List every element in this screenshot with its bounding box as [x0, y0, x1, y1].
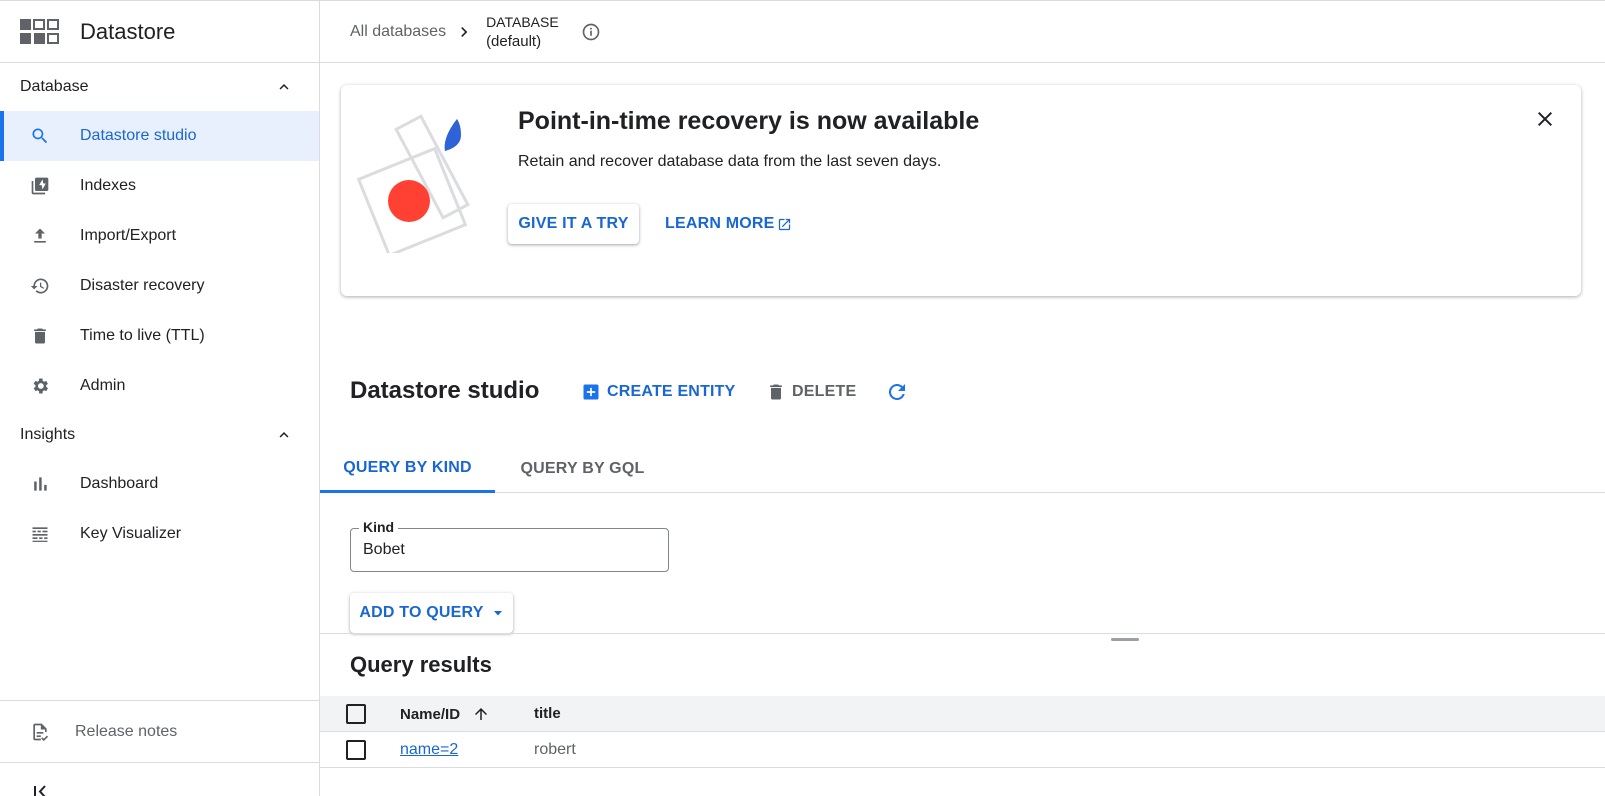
collapse-sidebar-button[interactable]: [0, 763, 319, 796]
history-icon: [30, 276, 50, 296]
pitr-banner: Point-in-time recovery is now available …: [341, 85, 1581, 296]
column-header-name-id[interactable]: Name/ID: [400, 705, 490, 723]
create-entity-label: CREATE ENTITY: [607, 383, 736, 400]
banner-title: Point-in-time recovery is now available: [518, 107, 980, 135]
learn-more-label: LEARN MORE: [665, 215, 775, 232]
add-box-icon: [583, 384, 599, 400]
tab-query-by-kind[interactable]: QUERY BY KIND: [320, 445, 495, 493]
release-notes-label: Release notes: [75, 722, 178, 740]
chevron-up-icon: [279, 432, 289, 438]
sidebar-item-indexes[interactable]: Indexes: [0, 161, 319, 211]
entity-link[interactable]: name=2: [400, 741, 458, 759]
section-insights-label: Insights: [20, 426, 76, 443]
sidebar-item-ttl[interactable]: Time to live (TTL): [0, 311, 319, 361]
recovery-illustration: [357, 114, 470, 253]
sidebar-item-label: Admin: [80, 377, 126, 394]
sidebar-item-label: Import/Export: [80, 227, 177, 244]
entity-title-cell: robert: [534, 741, 576, 758]
table-header: Name/ID title: [320, 696, 1605, 732]
search-icon: [30, 126, 50, 146]
results-divider: [320, 633, 1605, 634]
chevron-up-icon: [279, 84, 289, 90]
caret-down-icon: [493, 611, 502, 616]
refresh-button[interactable]: [885, 380, 909, 404]
database-label: DATABASE: [486, 13, 559, 30]
product-grid-icon[interactable]: [20, 18, 60, 45]
sidebar-item-label: Indexes: [80, 177, 137, 194]
trash-icon: [770, 384, 782, 400]
release-notes-link[interactable]: Release notes: [0, 701, 319, 763]
info-icon[interactable]: [581, 22, 601, 42]
resize-handle[interactable]: [1111, 638, 1139, 641]
sidebar-item-label: Dashboard: [80, 475, 159, 492]
banner-description: Retain and recover database data from th…: [518, 153, 942, 170]
sidebar-item-datastore-studio[interactable]: Datastore studio: [0, 111, 319, 161]
trash-icon: [30, 326, 50, 346]
column-name-label: Name/ID: [400, 705, 461, 723]
indexes-icon: [30, 176, 50, 196]
sidebar-item-dashboard[interactable]: Dashboard: [0, 459, 319, 509]
results-title: Query results: [350, 652, 492, 677]
breadcrumb-database[interactable]: DATABASE (default): [486, 12, 559, 52]
sidebar-item-admin[interactable]: Admin: [0, 361, 319, 411]
section-insights[interactable]: Insights: [0, 411, 319, 459]
page-title: Datastore studio: [350, 377, 540, 404]
section-database-label: Database: [20, 78, 89, 95]
heatmap-icon: [30, 524, 50, 544]
database-value: (default): [486, 32, 542, 50]
delete-button[interactable]: DELETE: [766, 380, 856, 404]
column-header-title[interactable]: title: [534, 705, 561, 722]
refresh-icon: [888, 383, 905, 400]
tab-query-by-gql[interactable]: QUERY BY GQL: [495, 445, 670, 493]
bar-chart-icon: [30, 474, 50, 494]
arrow-up-icon: [475, 708, 488, 720]
sidebar-item-label: Time to live (TTL): [80, 327, 205, 344]
learn-more-link[interactable]: LEARN MORE: [665, 204, 792, 244]
kind-field-label: Kind: [359, 519, 399, 535]
delete-label: DELETE: [792, 383, 857, 400]
breadcrumb-all-databases[interactable]: All databases: [350, 23, 446, 41]
gear-icon: [30, 376, 50, 396]
sidebar-footer: Release notes: [0, 700, 319, 796]
collapse-left-icon: [34, 785, 46, 796]
external-link-icon: [778, 218, 790, 230]
sidebar-item-label: Key Visualizer: [80, 525, 182, 542]
row-checkbox[interactable]: [346, 740, 366, 760]
section-database[interactable]: Database: [0, 63, 319, 111]
create-entity-button[interactable]: CREATE ENTITY: [581, 380, 736, 404]
breadcrumb: All databases DATABASE (default): [320, 0, 1605, 63]
sidebar-item-import-export[interactable]: Import/Export: [0, 211, 319, 261]
query-tabs: QUERY BY KIND QUERY BY GQL: [320, 445, 1605, 493]
add-to-query-button[interactable]: ADD TO QUERY: [350, 593, 513, 633]
close-icon[interactable]: [1533, 107, 1557, 131]
sidebar-item-key-visualizer[interactable]: Key Visualizer: [0, 509, 319, 559]
give-it-a-try-button[interactable]: GIVE IT A TRY: [508, 204, 639, 244]
sidebar: Datastore Database Datastore studio Inde…: [0, 0, 320, 796]
release-notes-icon: [33, 723, 49, 741]
brand-header: Datastore: [0, 0, 319, 63]
kind-field-value: Bobet: [363, 541, 405, 558]
sidebar-item-disaster-recovery[interactable]: Disaster recovery: [0, 261, 319, 311]
kind-field[interactable]: Kind Bobet: [350, 519, 669, 572]
add-to-query-label: ADD TO QUERY: [359, 604, 484, 621]
table-row: name=2 robert: [320, 732, 1605, 768]
app-title: Datastore: [80, 18, 176, 44]
sidebar-item-label: Disaster recovery: [80, 277, 205, 294]
chevron-right-icon: [461, 26, 468, 37]
upload-icon: [30, 226, 50, 246]
select-all-checkbox[interactable]: [346, 704, 366, 724]
sidebar-item-label: Datastore studio: [80, 127, 197, 144]
